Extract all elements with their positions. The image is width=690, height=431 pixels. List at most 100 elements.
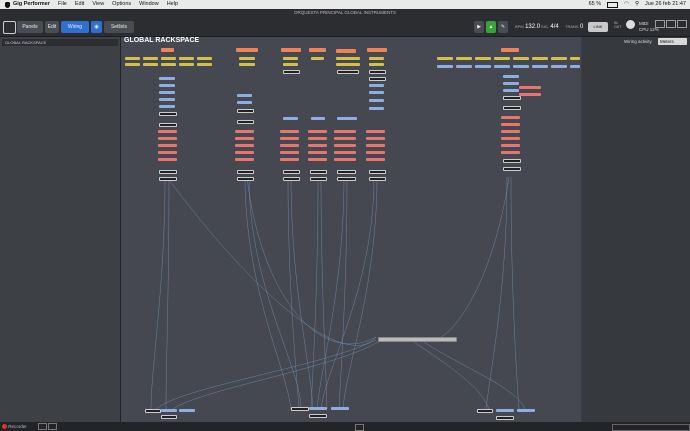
fullscreen-icon[interactable] <box>677 20 687 28</box>
status-button[interactable] <box>38 423 48 431</box>
plugin-node[interactable] <box>239 63 255 66</box>
menu-view[interactable]: View <box>92 0 104 9</box>
apple-icon[interactable] <box>5 1 10 8</box>
plugin-node[interactable] <box>235 137 254 140</box>
plugin-node[interactable] <box>143 63 158 66</box>
plugin-node[interactable] <box>496 416 514 420</box>
mixer-node[interactable] <box>378 337 457 342</box>
plugin-node[interactable] <box>503 167 521 171</box>
plugin-node[interactable] <box>334 144 356 147</box>
plugin-node[interactable] <box>532 57 548 60</box>
battery-icon[interactable] <box>607 1 619 8</box>
plugin-node[interactable] <box>143 57 158 60</box>
plugin-node[interactable] <box>494 65 510 68</box>
plugin-node[interactable] <box>503 82 519 85</box>
plugin-node[interactable] <box>235 158 254 161</box>
search-icon[interactable]: ⚲ <box>635 0 639 9</box>
plugin-node[interactable] <box>237 109 254 113</box>
plugin-node[interactable] <box>494 57 510 60</box>
play-button[interactable]: ▶ <box>474 21 484 33</box>
plugin-node[interactable] <box>235 151 254 154</box>
plugin-node[interactable] <box>366 130 385 133</box>
plugin-node[interactable] <box>369 170 386 174</box>
plugin-node[interactable] <box>334 151 356 154</box>
plugin-node[interactable] <box>369 70 386 74</box>
plugin-node[interactable] <box>369 99 384 102</box>
plugin-node[interactable] <box>551 57 567 60</box>
trans-readout[interactable]: TRANS 0 <box>565 20 583 34</box>
plugin-node[interactable] <box>308 151 327 154</box>
plugin-node[interactable] <box>280 144 299 147</box>
plugin-node[interactable] <box>337 170 356 174</box>
plugin-node[interactable] <box>501 48 519 52</box>
plugin-node[interactable] <box>159 112 177 116</box>
plugin-node[interactable] <box>309 407 327 410</box>
plugin-node[interactable] <box>280 151 299 154</box>
plugin-node[interactable] <box>159 77 175 80</box>
plugin-node[interactable] <box>334 130 356 133</box>
plugin-node[interactable] <box>179 409 195 412</box>
plugin-node[interactable] <box>197 63 212 66</box>
plugin-node[interactable] <box>280 130 299 133</box>
plugin-node[interactable] <box>311 117 325 120</box>
plugin-node[interactable] <box>366 151 385 154</box>
tuner-button[interactable]: ✎ <box>498 21 508 33</box>
wiring-button[interactable]: Wiring <box>61 21 89 33</box>
plugin-node[interactable] <box>158 137 177 140</box>
plugin-node[interactable] <box>475 65 491 68</box>
plugin-node[interactable] <box>501 151 520 154</box>
plugin-node[interactable] <box>179 57 194 60</box>
plugin-node[interactable] <box>280 137 299 140</box>
global-rack-button[interactable]: ◉ <box>91 21 102 33</box>
setlists-button[interactable]: Setlists <box>104 21 134 33</box>
plugin-node[interactable] <box>337 117 357 120</box>
plugin-node[interactable] <box>159 105 175 108</box>
plugin-node[interactable] <box>281 48 301 52</box>
record-button[interactable]: ▲ <box>486 21 496 33</box>
plugin-node[interactable] <box>309 48 326 52</box>
plugin-node[interactable] <box>336 49 356 53</box>
plugin-node[interactable] <box>501 130 520 133</box>
menu-window[interactable]: Window <box>139 0 159 9</box>
plugin-node[interactable] <box>336 57 360 60</box>
plugin-node[interactable] <box>283 63 298 66</box>
plugin-node[interactable] <box>501 123 520 126</box>
plugin-node[interactable] <box>161 48 174 52</box>
plugin-node[interactable] <box>337 70 359 74</box>
edit-button[interactable]: Edit <box>45 21 59 33</box>
plugin-node[interactable] <box>236 48 258 52</box>
plugin-node[interactable] <box>532 65 548 68</box>
plugin-node[interactable] <box>437 65 453 68</box>
plugin-node[interactable] <box>369 63 384 66</box>
plugin-node[interactable] <box>159 91 175 94</box>
plugin-node[interactable] <box>161 57 176 60</box>
plugin-node[interactable] <box>237 94 252 97</box>
status-button[interactable] <box>355 424 364 431</box>
plugin-node[interactable] <box>237 177 254 181</box>
plugin-node[interactable] <box>519 93 541 96</box>
sidebar-item-global-rackspace[interactable]: GLOBAL RACKSPACE <box>2 39 118 46</box>
plugin-node[interactable] <box>159 177 177 181</box>
menu-options[interactable]: Options <box>112 0 131 9</box>
plugin-node[interactable] <box>237 170 254 174</box>
plugin-node[interactable] <box>308 144 327 147</box>
wiring-canvas[interactable]: GLOBAL RACKSPACE <box>121 37 581 422</box>
plugin-node[interactable] <box>159 98 175 101</box>
plugin-node[interactable] <box>517 409 535 412</box>
plugin-node[interactable] <box>519 86 541 89</box>
plugin-node[interactable] <box>159 123 177 127</box>
plugin-node[interactable] <box>456 65 472 68</box>
plugin-node[interactable] <box>475 57 491 60</box>
minimize-icon[interactable] <box>655 20 665 28</box>
plugin-node[interactable] <box>437 57 453 60</box>
plugin-node[interactable] <box>235 144 254 147</box>
plugin-node[interactable] <box>369 84 384 87</box>
plugin-node[interactable] <box>369 57 384 60</box>
plugin-node[interactable] <box>283 117 298 120</box>
plugin-node[interactable] <box>161 409 177 412</box>
plugin-node[interactable] <box>334 137 356 140</box>
plugin-node[interactable] <box>503 89 519 92</box>
plugin-node[interactable] <box>283 170 300 174</box>
status-buttons-right[interactable] <box>612 424 690 431</box>
plugin-node[interactable] <box>367 48 387 52</box>
